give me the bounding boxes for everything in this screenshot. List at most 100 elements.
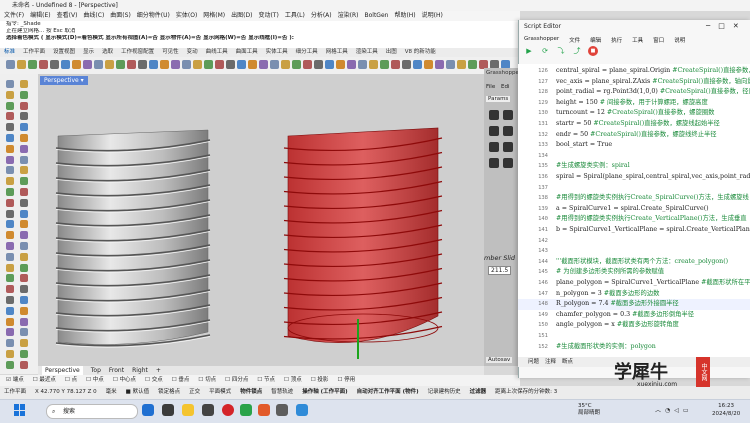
side-tool-icon[interactable] [6, 274, 14, 283]
tab-curve-tools[interactable]: 曲线工具 [206, 48, 228, 57]
viewport-title[interactable]: Perspective ▾ [40, 76, 88, 85]
tab-subd-tools[interactable]: 细分工具 [296, 48, 318, 57]
perspective-viewport[interactable] [38, 74, 484, 366]
tab-surface-tools[interactable]: 曲面工具 [236, 48, 258, 57]
line-number[interactable]: 144 [518, 257, 548, 268]
toolbar-tool-icon[interactable] [204, 60, 213, 69]
edge-icon[interactable] [142, 404, 154, 416]
tab-mesh-tools[interactable]: 网格工具 [326, 48, 348, 57]
rhino-icon[interactable] [202, 404, 214, 416]
side-tool-icon[interactable] [20, 306, 28, 315]
code-line[interactable]: 138 #用得到的螺旋类实例执行Create_SpiralCurve()方法，生成… [518, 193, 750, 204]
viewtab-top[interactable]: Top [91, 366, 101, 375]
step-icon[interactable]: ⤵ [556, 46, 566, 56]
status-planar[interactable]: 平面模式 [209, 386, 231, 399]
tab-render-tools[interactable]: 渲染工具 [356, 48, 378, 57]
se-menu-tools[interactable]: 工具 [632, 36, 643, 44]
code-line[interactable]: 131 startr = 50 #CreateSpiral()直接参数，螺旋线起始… [518, 119, 750, 130]
side-tool-icon[interactable] [6, 188, 14, 196]
side-tool-icon[interactable] [6, 155, 14, 164]
toolbar-tool-icon[interactable] [17, 60, 26, 69]
side-tool-icon[interactable] [6, 166, 14, 175]
side-tool-icon[interactable] [6, 144, 14, 153]
speaker-icon[interactable]: ◁ [674, 407, 683, 414]
side-tool-icon[interactable] [6, 350, 14, 358]
side-tool-icon[interactable] [20, 112, 28, 121]
side-tool-icon[interactable] [6, 328, 14, 337]
toolbar-tool-icon[interactable] [116, 60, 125, 69]
code-line[interactable]: 127 vec_axis = plane_spiral.ZAxis #Create… [518, 77, 750, 88]
status-auto-cplane[interactable]: 自动对齐工作平面 (物件) [357, 386, 419, 399]
toolbar-tool-icon[interactable] [160, 60, 169, 69]
toolbar-tool-icon[interactable] [303, 60, 312, 69]
toolbar-tool-icon[interactable] [28, 60, 37, 69]
line-number[interactable]: 141 [518, 225, 548, 236]
code-line[interactable]: 126 central_spiral = plane_spiral.Origin … [518, 66, 750, 77]
line-number[interactable]: 139 [518, 204, 548, 215]
line-number[interactable]: 149 [518, 310, 548, 321]
taskbar-clock[interactable]: 16:23 2024/8/20 [712, 402, 740, 418]
side-tool-icon[interactable] [20, 166, 28, 175]
code-line[interactable]: 141 b = SpiralCurve1_VerticalPlane = spir… [518, 225, 750, 236]
side-tool-icon[interactable] [20, 242, 28, 250]
battery-icon[interactable]: ▭ [683, 407, 693, 414]
toolbar-tool-icon[interactable] [171, 60, 180, 69]
code-line[interactable]: 149 chamfer_polygon = 0.3 #截面多边形倒角半径 [518, 310, 750, 321]
side-tool-icon[interactable] [6, 80, 14, 88]
side-tool-icon[interactable] [20, 188, 28, 196]
code-line[interactable]: 133 bool_start = True [518, 140, 750, 151]
code-line[interactable]: 130 turncount = 12 #CreateSpiral()直接参数，螺旋… [518, 108, 750, 119]
toolbar-tool-icon[interactable] [6, 60, 15, 69]
code-line[interactable]: 129 height = 150 # 间接参数，用于计算螺距，螺旋高度 [518, 98, 750, 109]
status-layer[interactable]: ■ 默认值 [126, 386, 149, 399]
status-grid-snap[interactable]: 锁定格点 [158, 386, 180, 399]
toolbar-tool-icon[interactable] [281, 60, 290, 69]
code-line[interactable]: 144 '''截面形状模块，截面形状类有两个方法：create_polygon() [518, 257, 750, 268]
side-tool-icon[interactable] [6, 242, 14, 250]
menu-help[interactable]: 帮助(H) [394, 11, 415, 21]
line-number[interactable]: 135 [518, 161, 548, 172]
toolbar-tool-icon[interactable] [336, 60, 345, 69]
line-number[interactable]: 143 [518, 246, 548, 257]
code-line[interactable]: 132 endr = 50 #CreateSpiral()直接参数，螺旋线终止半径 [518, 130, 750, 141]
status-filter[interactable]: 过滤器 [470, 386, 487, 399]
toolbar-tool-icon[interactable] [39, 60, 48, 69]
toolbar-tool-icon[interactable] [468, 60, 477, 69]
menu-surface[interactable]: 曲面(S) [110, 11, 131, 21]
tab-select[interactable]: 选取 [102, 48, 113, 57]
toolbar-tool-icon[interactable] [182, 60, 191, 69]
gh-slider-value[interactable]: 211.5 [488, 266, 512, 275]
toolbar-tool-icon[interactable] [325, 60, 334, 69]
menu-dimension[interactable]: 出图(D) [231, 11, 252, 21]
side-tool-icon[interactable] [20, 177, 28, 186]
se-menu-run[interactable]: 执行 [611, 36, 622, 44]
viewtab-perspective[interactable]: Perspective [42, 366, 83, 375]
menu-file[interactable]: 文件(F) [4, 11, 24, 21]
command-prompt[interactable]: 选择着色模式 ( 显示模式(D)=着色模式 显示所有视图(A)=否 显示物件(A… [0, 35, 520, 42]
side-tool-icon[interactable] [20, 134, 28, 142]
side-tool-icon[interactable] [6, 360, 14, 369]
side-tool-icon[interactable] [20, 274, 28, 283]
code-line[interactable]: 145 # 为创建多边形类实例所需的参数赋值 [518, 267, 750, 278]
status-gumball[interactable]: 操作轴 (工作平面) [302, 386, 347, 399]
side-tool-icon[interactable] [6, 220, 14, 229]
tab-display[interactable]: 显示 [83, 48, 94, 57]
side-tool-icon[interactable] [6, 177, 14, 186]
app-icon[interactable] [258, 404, 270, 416]
side-tool-icon[interactable] [20, 144, 28, 153]
code-line[interactable]: 140 #用得到的螺旋类实例执行Create_VerticalPlane()方法，… [518, 214, 750, 225]
line-number[interactable]: 132 [518, 130, 548, 141]
side-tool-icon[interactable] [20, 209, 28, 218]
toolbar-tool-icon[interactable] [402, 60, 411, 69]
taskbar-weather[interactable]: 35°C 局部晴朗 [578, 403, 600, 417]
code-line[interactable]: 135 #生成螺旋类实例：spiral [518, 161, 750, 172]
code-line[interactable]: 147 n_polygon = 3 #截面多边形的边数 [518, 289, 750, 300]
side-tool-icon[interactable] [6, 285, 14, 294]
toolbar-tool-icon[interactable] [380, 60, 389, 69]
toolbar-tool-icon[interactable] [105, 60, 114, 69]
side-tool-icon[interactable] [20, 220, 28, 229]
toolbar-tool-icon[interactable] [193, 60, 202, 69]
run-icon[interactable]: ▶ [524, 46, 534, 56]
toolbar-tool-icon[interactable] [248, 60, 257, 69]
gh-component-icon[interactable] [503, 126, 513, 136]
